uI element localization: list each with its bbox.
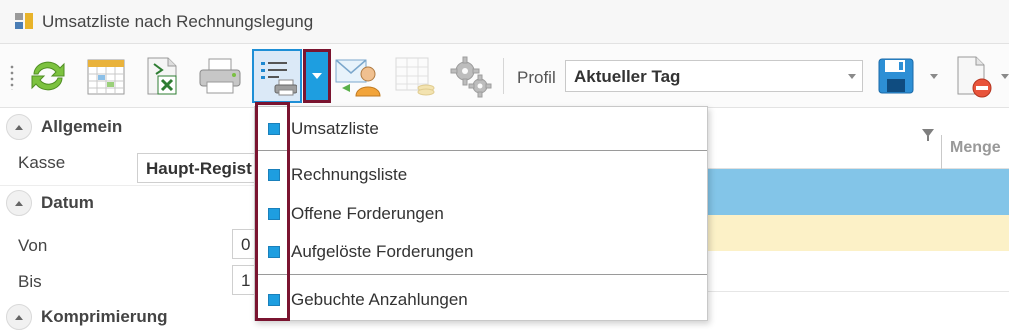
section-datum[interactable]: Datum bbox=[6, 190, 94, 216]
von-value: 0 bbox=[241, 235, 251, 254]
excel-export-icon bbox=[147, 57, 177, 95]
collapse-icon[interactable] bbox=[6, 114, 32, 140]
menu-item-label: Umsatzliste bbox=[291, 119, 379, 138]
kasse-value: Haupt-Regist bbox=[146, 159, 252, 178]
toolbar-separator bbox=[503, 58, 504, 94]
chevron-down-icon bbox=[312, 73, 322, 79]
menu-separator bbox=[255, 150, 707, 151]
toolbar-grip[interactable] bbox=[10, 64, 14, 90]
window-title: Umsatzliste nach Rechnungslegung bbox=[42, 12, 314, 31]
delete-dropdown-icon[interactable] bbox=[1001, 74, 1009, 79]
email-contact-button[interactable] bbox=[332, 50, 384, 102]
profil-select[interactable]: Aktueller Tag bbox=[565, 60, 863, 92]
print-button[interactable] bbox=[194, 50, 246, 102]
email-contact-icon bbox=[335, 59, 381, 97]
menu-item-label: Aufgelöste Forderungen bbox=[291, 242, 474, 261]
toolbar: Profil Aktueller Tag bbox=[0, 44, 1009, 108]
column-header-menge[interactable]: Menge bbox=[950, 139, 1001, 157]
menu-item-umsatzliste[interactable]: Umsatzliste bbox=[255, 114, 707, 144]
menu-item-label: Offene Forderungen bbox=[291, 204, 444, 223]
filter-panel: Allgemein Kasse Haupt-Regist Datum Von 0… bbox=[0, 109, 272, 330]
report-list-print-button[interactable] bbox=[252, 49, 302, 103]
save-button[interactable] bbox=[870, 50, 922, 102]
report-list-dropdown-button[interactable] bbox=[303, 49, 331, 103]
menu-item-rechnungsliste[interactable]: Rechnungsliste bbox=[255, 160, 707, 190]
von-label: Von bbox=[18, 236, 48, 255]
menu-item-label: Rechnungsliste bbox=[291, 165, 408, 184]
section-title: Komprimierung bbox=[41, 307, 168, 326]
kasse-label: Kasse bbox=[18, 153, 66, 172]
delete-document-icon bbox=[957, 56, 992, 98]
excel-export-button[interactable] bbox=[136, 50, 188, 102]
settings-gear-icon bbox=[450, 56, 492, 98]
menu-separator bbox=[255, 274, 707, 275]
highlight-box bbox=[255, 102, 290, 321]
table-button[interactable] bbox=[388, 50, 440, 102]
section-komprimierung[interactable]: Komprimierung bbox=[6, 304, 168, 330]
refresh-button[interactable] bbox=[22, 50, 74, 102]
app-icon bbox=[15, 13, 33, 29]
menu-item-offene-forderungen[interactable]: Offene Forderungen bbox=[255, 199, 707, 229]
chevron-down-icon bbox=[848, 74, 856, 79]
menu-item-label: Gebuchte Anzahlungen bbox=[291, 290, 468, 309]
printer-icon bbox=[199, 58, 241, 94]
kasse-field[interactable]: Haupt-Regist bbox=[137, 153, 267, 183]
section-title: Datum bbox=[41, 193, 94, 212]
column-separator[interactable] bbox=[941, 135, 942, 169]
bis-value: 1 bbox=[241, 271, 251, 290]
divider bbox=[0, 185, 260, 186]
title-bar: Umsatzliste nach Rechnungslegung bbox=[0, 0, 1009, 44]
collapse-icon[interactable] bbox=[6, 190, 32, 216]
collapse-icon[interactable] bbox=[6, 304, 32, 330]
section-title: Allgemein bbox=[41, 117, 123, 136]
table-icon bbox=[395, 57, 435, 96]
profil-label: Profil bbox=[517, 68, 556, 87]
calendar-button[interactable] bbox=[80, 50, 132, 102]
bis-label: Bis bbox=[18, 272, 42, 291]
refresh-icon bbox=[31, 61, 65, 91]
section-allgemein[interactable]: Allgemein bbox=[6, 114, 122, 140]
report-list-print-icon bbox=[261, 62, 297, 96]
delete-profile-button[interactable] bbox=[946, 50, 998, 102]
calendar-icon bbox=[87, 59, 125, 95]
save-disk-icon bbox=[878, 58, 914, 94]
menu-item-gebuchte-anzahlungen[interactable]: Gebuchte Anzahlungen bbox=[255, 285, 707, 315]
settings-button[interactable] bbox=[444, 50, 496, 102]
profil-value: Aktueller Tag bbox=[574, 67, 681, 86]
report-dropdown-menu: Umsatzliste Rechnungsliste Offene Forder… bbox=[254, 106, 708, 321]
menu-item-aufgeloeste-forderungen[interactable]: Aufgelöste Forderungen bbox=[255, 237, 707, 267]
save-dropdown-icon[interactable] bbox=[930, 74, 938, 79]
